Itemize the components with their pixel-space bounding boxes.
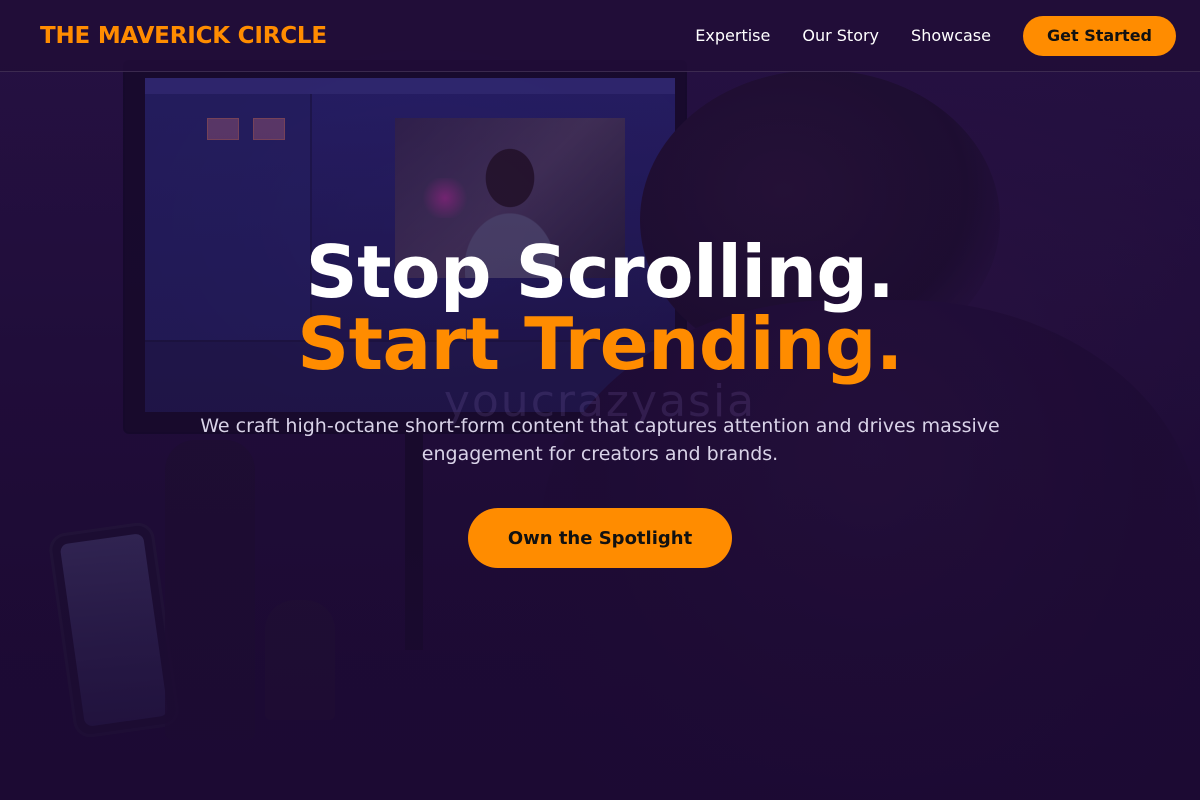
nav-links: Expertise Our Story Showcase Get Started — [695, 15, 1176, 56]
nav-link-our-story[interactable]: Our Story — [802, 26, 879, 45]
landing-page: youcrazyasia THE MAVERICK CIRCLE Experti… — [0, 0, 1200, 800]
own-the-spotlight-button[interactable]: Own the Spotlight — [468, 508, 732, 568]
nav-link-expertise[interactable]: Expertise — [695, 26, 770, 45]
brand-logo[interactable]: THE MAVERICK CIRCLE — [40, 23, 327, 49]
nav-link-showcase[interactable]: Showcase — [911, 26, 991, 45]
top-nav: THE MAVERICK CIRCLE Expertise Our Story … — [0, 0, 1200, 72]
get-started-button[interactable]: Get Started — [1022, 15, 1176, 56]
hero-headline-line2: Start Trending. — [297, 302, 903, 386]
hero-headline: Stop Scrolling. Start Trending. — [0, 236, 1200, 380]
hero-section: Stop Scrolling. Start Trending. We craft… — [0, 236, 1200, 568]
hero-subtitle: We craft high-octane short-form content … — [200, 415, 1000, 465]
